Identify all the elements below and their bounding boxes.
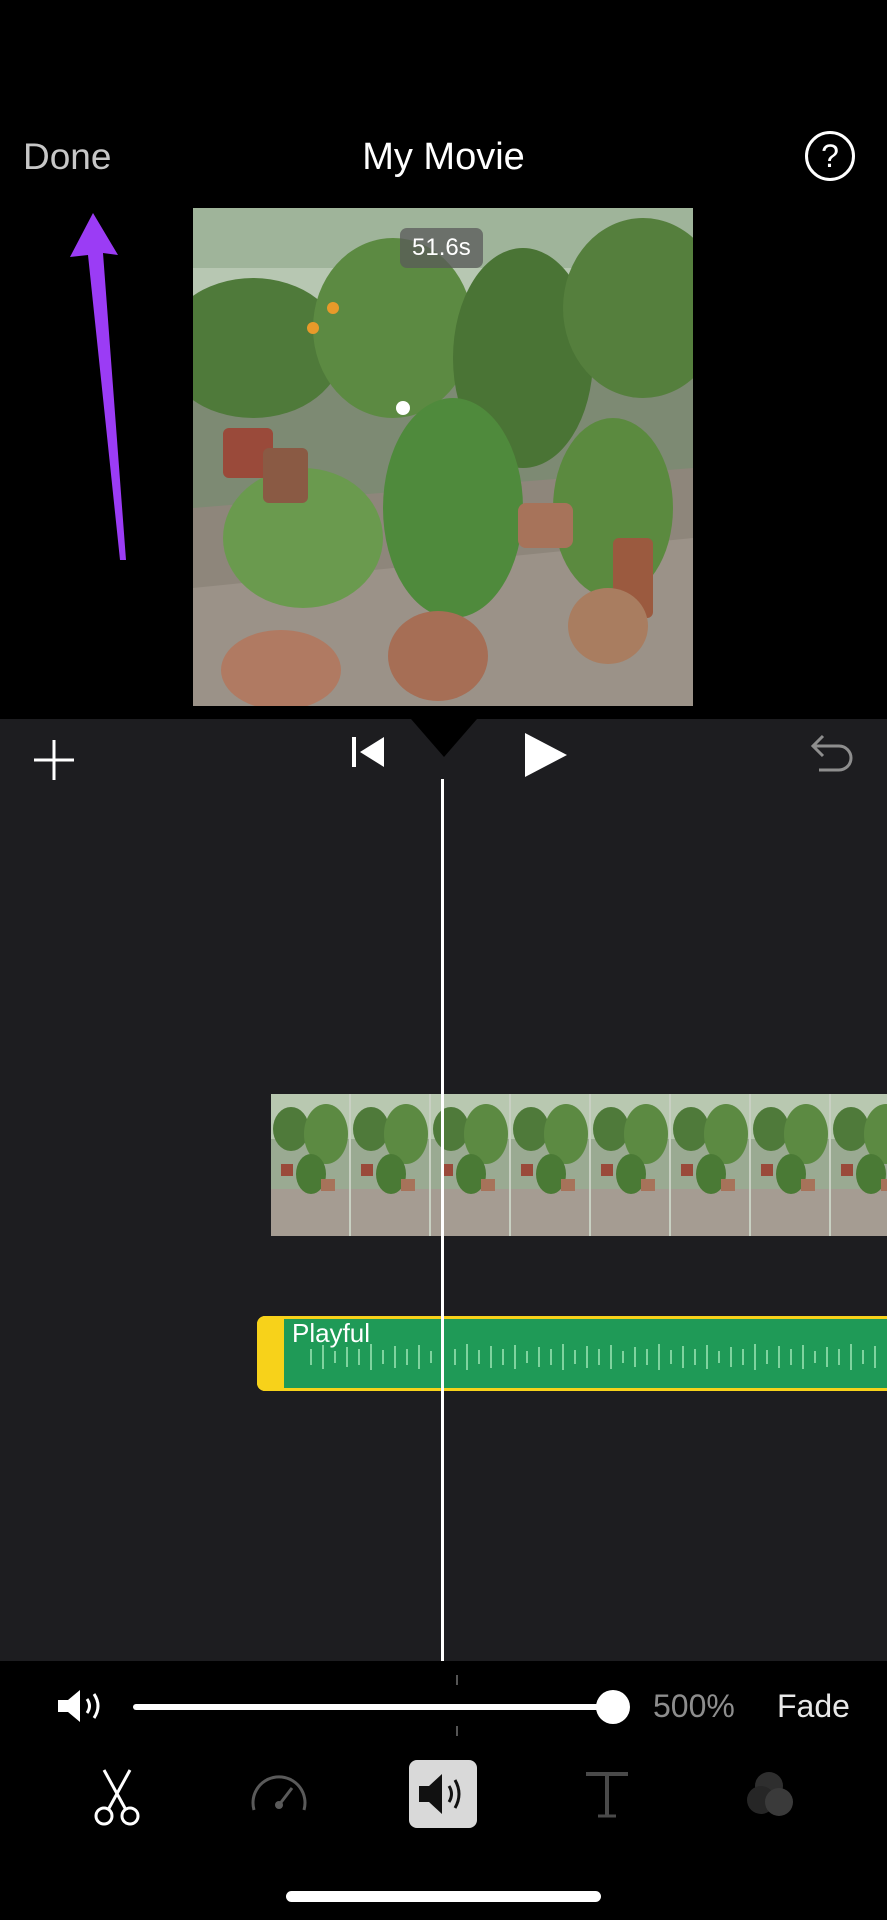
undo-icon[interactable] [805,732,855,778]
speaker-icon [58,1690,100,1722]
video-clip[interactable] [271,1094,887,1236]
volume-slider-thumb[interactable] [596,1690,630,1724]
volume-percent: 500% [653,1688,735,1724]
center-tick-top [456,1675,458,1685]
skip-to-start-icon[interactable] [348,735,388,769]
help-button[interactable]: ? [805,131,855,181]
page-title: My Movie [362,136,525,178]
scissors-icon[interactable] [82,1760,152,1830]
audio-clip-label: Playful [292,1318,371,1348]
playhead-line [441,779,444,1661]
video-preview[interactable] [193,208,693,706]
speed-icon[interactable] [244,1760,314,1830]
add-media-icon[interactable] [30,736,78,784]
volume-tool-button[interactable] [409,1760,477,1828]
center-tick-bottom [456,1726,458,1736]
filters-icon[interactable] [735,1760,805,1830]
title-icon[interactable] [572,1760,642,1830]
home-indicator[interactable] [286,1891,601,1902]
audio-trim-handle[interactable] [257,1316,284,1391]
fade-button[interactable]: Fade [777,1688,850,1725]
play-icon[interactable] [521,731,569,779]
playhead-marker [411,719,477,757]
annotation-arrow-icon [70,213,126,560]
volume-slider-track[interactable] [133,1704,613,1710]
volume-icon [419,1774,461,1814]
duration-badge: 51.6s [400,228,483,268]
